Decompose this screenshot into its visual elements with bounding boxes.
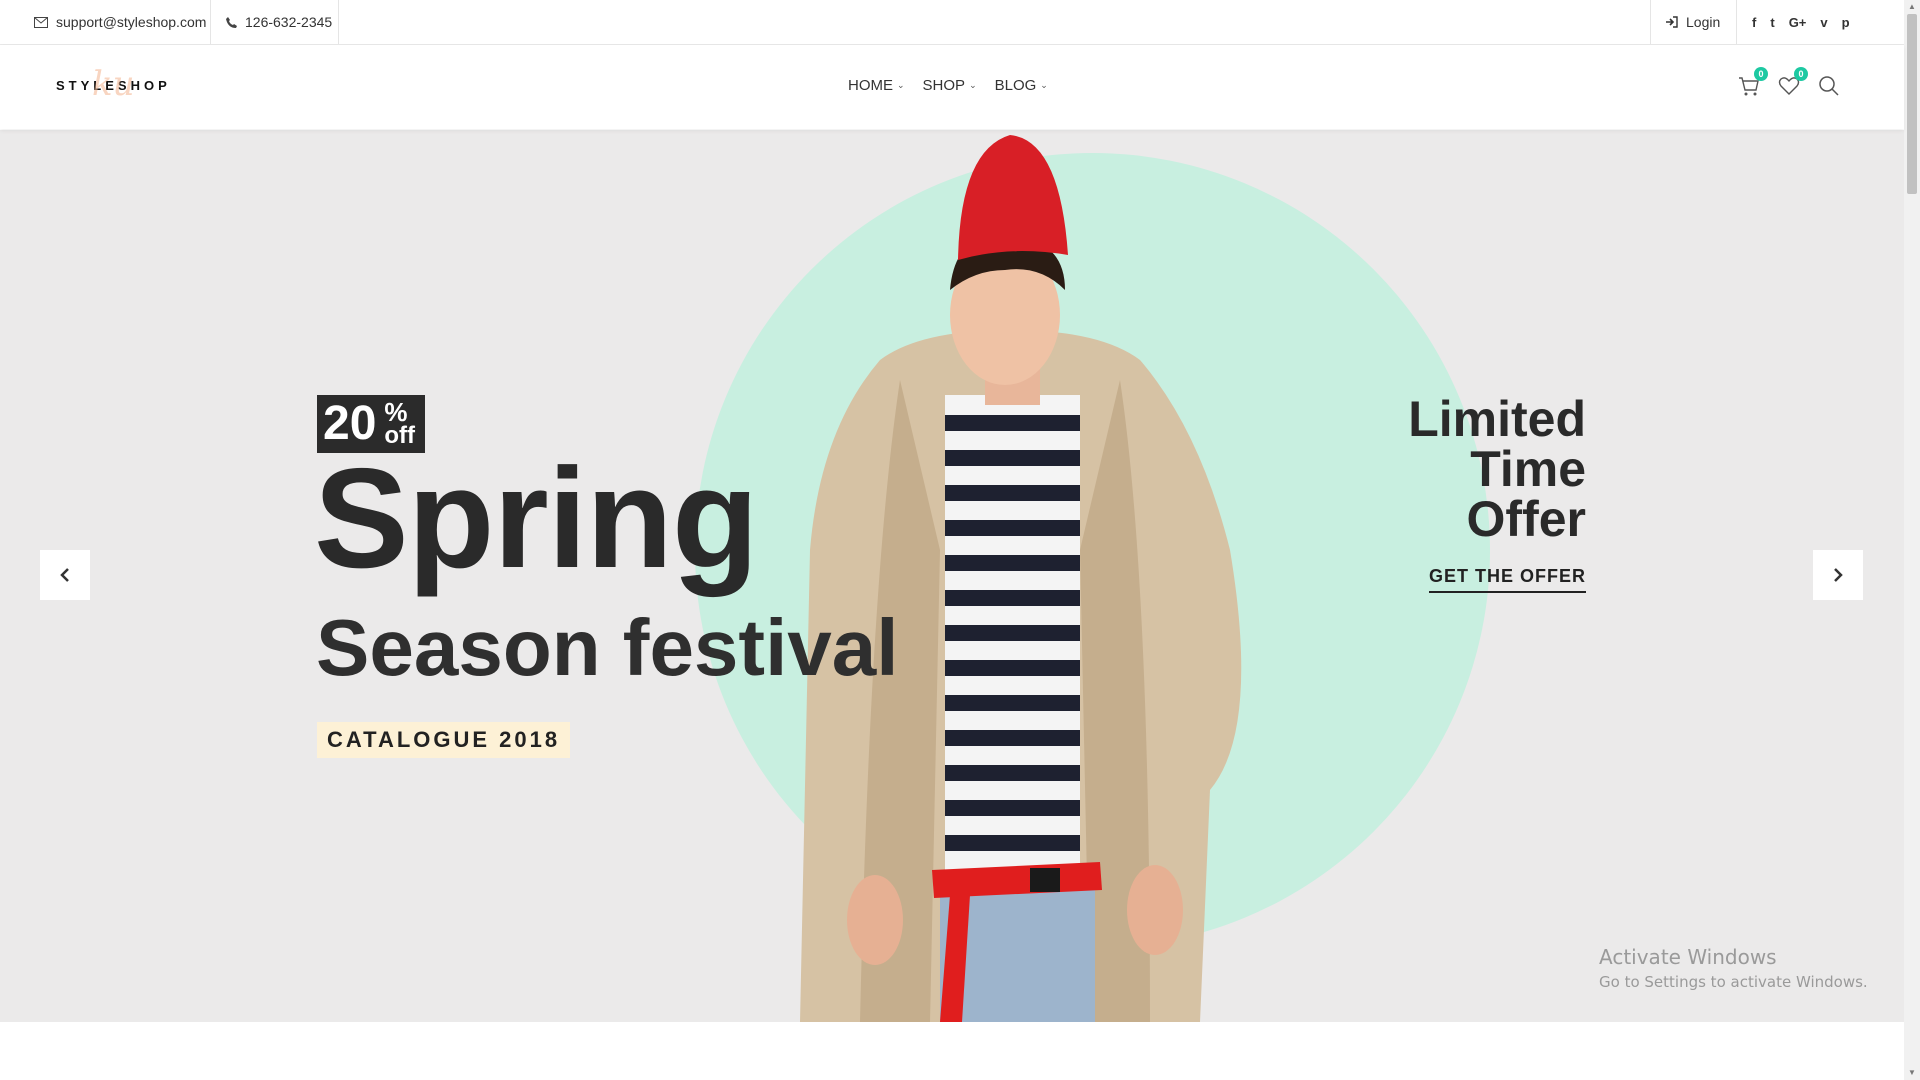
limited-line: Time xyxy=(1470,441,1586,497)
facebook-icon[interactable]: f xyxy=(1752,15,1756,30)
slider-next-button[interactable] xyxy=(1813,550,1863,600)
limited-line: Limited xyxy=(1408,391,1586,447)
catalogue-tag: CATALOGUE 2018 xyxy=(317,722,571,758)
watermark-title: Activate Windows xyxy=(1599,945,1777,969)
social-links: f t G+ v p xyxy=(1752,0,1850,44)
limited-line: Offer xyxy=(1466,491,1586,547)
google-plus-icon[interactable]: G+ xyxy=(1789,15,1807,30)
header-icons: 0 0 xyxy=(1738,67,1840,97)
slider-prev-button[interactable] xyxy=(40,550,90,600)
chevron-down-icon: ⌄ xyxy=(1040,80,1048,90)
pinterest-icon[interactable]: p xyxy=(1842,15,1850,30)
divider xyxy=(210,0,211,44)
hero-slider: 20 % off Spring Season festival CATALOGU… xyxy=(0,130,1904,1022)
wishlist-button[interactable]: 0 xyxy=(1778,67,1808,97)
hero-headline: Spring xyxy=(314,439,759,598)
envelope-icon xyxy=(34,16,48,28)
phone-contact[interactable]: 126-632-2345 xyxy=(226,0,332,44)
nav-home[interactable]: HOME ⌄ xyxy=(848,77,905,94)
watermark-subtitle: Go to Settings to activate Windows. xyxy=(1599,973,1868,991)
login-label: Login xyxy=(1686,14,1721,30)
nav-blog[interactable]: BLOG ⌄ xyxy=(995,77,1048,94)
phone-text: 126-632-2345 xyxy=(245,14,333,30)
phone-icon xyxy=(226,16,237,28)
login-link[interactable]: Login xyxy=(1666,0,1720,44)
chevron-right-icon xyxy=(1834,568,1843,582)
nav-blog-label: BLOG xyxy=(994,77,1037,94)
get-offer-link[interactable]: GET THE OFFER xyxy=(1429,566,1586,593)
main-nav: HOME ⌄ SHOP ⌄ BLOG ⌄ xyxy=(848,77,1048,94)
email-contact[interactable]: support@styleshop.com xyxy=(34,0,206,44)
site-header: ku STYLESHOP HOME ⌄ SHOP ⌄ BLOG ⌄ 0 0 xyxy=(0,45,1904,129)
search-button[interactable] xyxy=(1818,75,1840,97)
vimeo-icon[interactable]: v xyxy=(1820,15,1827,30)
chevron-left-icon xyxy=(60,568,69,582)
logo-mark: ku xyxy=(92,64,135,104)
sign-in-icon xyxy=(1666,16,1678,28)
limited-offer-heading: Limited Time Offer xyxy=(1408,394,1586,544)
search-icon xyxy=(1819,76,1839,96)
windows-activation-watermark: Activate Windows Go to Settings to activ… xyxy=(1599,945,1868,991)
email-text: support@styleshop.com xyxy=(56,14,207,30)
chevron-down-icon: ⌄ xyxy=(897,80,905,90)
divider xyxy=(1650,0,1651,44)
cart-count-badge: 0 xyxy=(1754,67,1768,81)
nav-shop-label: SHOP xyxy=(922,77,966,94)
hero-subheadline: Season festival xyxy=(316,603,899,692)
scroll-down-icon[interactable]: ▼ xyxy=(1904,1066,1920,1080)
divider xyxy=(338,0,339,44)
wishlist-count-badge: 0 xyxy=(1794,67,1808,81)
chevron-down-icon: ⌄ xyxy=(969,80,977,90)
top-bar: support@styleshop.com 126-632-2345 Login… xyxy=(0,0,1904,45)
divider xyxy=(1736,0,1737,44)
nav-shop[interactable]: SHOP ⌄ xyxy=(923,77,977,94)
hero-model-image xyxy=(800,135,1242,1022)
twitter-icon[interactable]: t xyxy=(1770,15,1774,30)
site-logo[interactable]: ku STYLESHOP xyxy=(56,64,171,104)
page-scrollbar[interactable]: ▲ ▼ xyxy=(1904,0,1920,1080)
cart-button[interactable]: 0 xyxy=(1738,67,1768,97)
nav-home-label: HOME xyxy=(848,77,893,94)
scroll-up-icon[interactable]: ▲ xyxy=(1904,0,1920,14)
scrollbar-thumb[interactable] xyxy=(1907,14,1917,194)
